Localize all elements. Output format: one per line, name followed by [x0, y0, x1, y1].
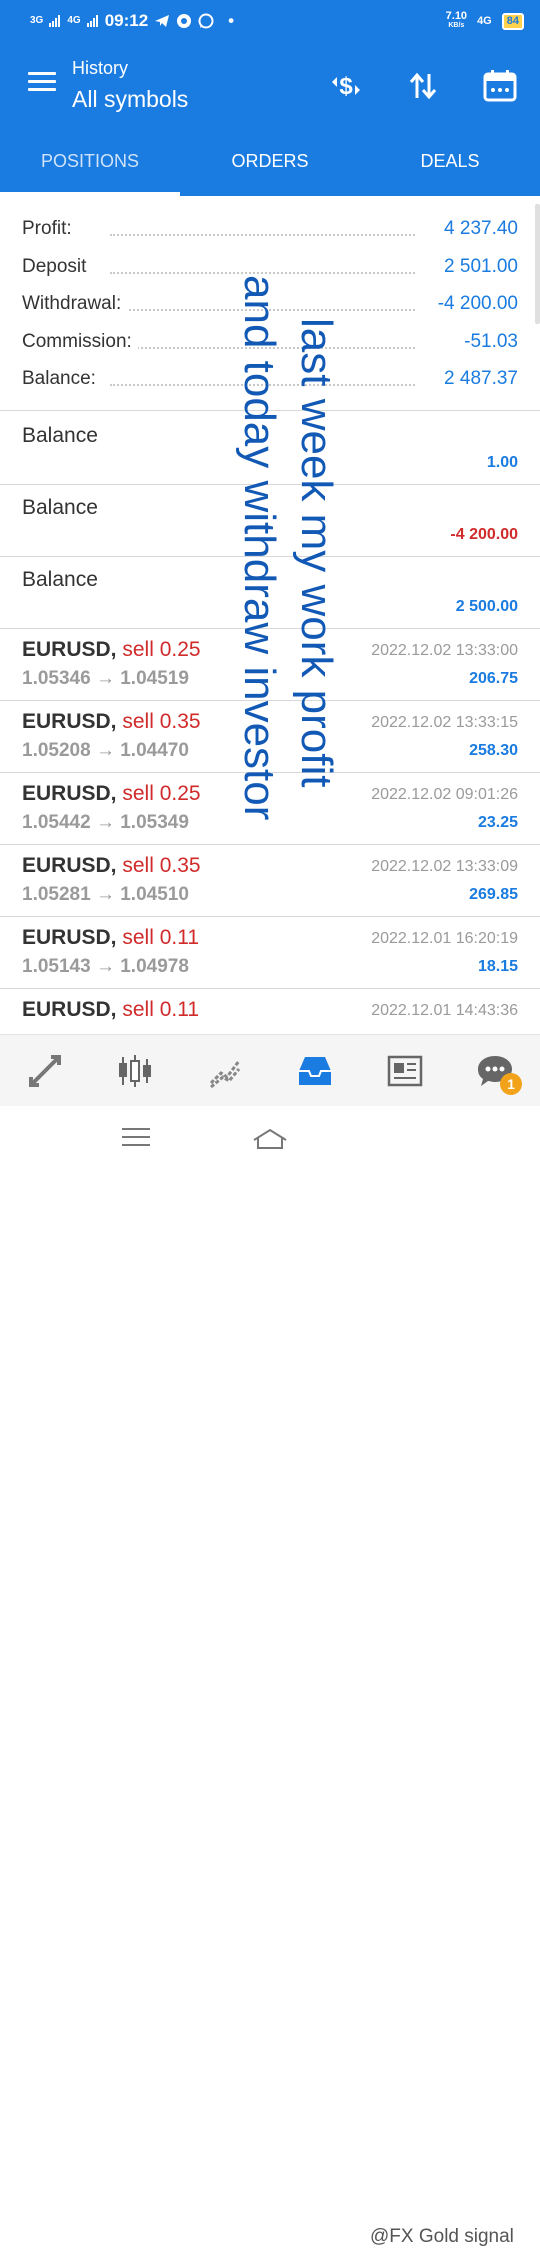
signal-4g-label: 4G: [67, 15, 81, 26]
network-speed: 7.10: [445, 10, 468, 22]
tab-deals[interactable]: DEALS: [360, 126, 540, 196]
deal-symbol: EURUSD,: [22, 710, 117, 733]
deal-symbol-line: EURUSD, sell 0.11: [22, 926, 199, 950]
network-speed-unit: KB/s: [448, 22, 465, 29]
balance-amount: 2 500.00: [455, 598, 518, 615]
tab-bar: POSITIONS ORDERS DEALS: [0, 126, 540, 196]
quotes-icon[interactable]: [0, 1035, 90, 1106]
summary-value: -51.03: [458, 330, 518, 353]
balance-amount: 1.00: [486, 454, 518, 471]
sort-arrows-icon[interactable]: [403, 66, 443, 106]
currency-exchange-icon[interactable]: $: [326, 66, 366, 106]
bottom-navigation: 1: [0, 1034, 540, 1106]
deal-symbol-line: EURUSD, sell 0.25: [22, 782, 201, 806]
list-item-deal[interactable]: EURUSD, sell 0.11 2022.12.01 14:43:36: [0, 988, 540, 1034]
summary-row-profit: Profit: 4 237.40: [0, 210, 540, 248]
signal-bars-icon: [86, 15, 98, 27]
deal-side: sell 0.11: [122, 926, 200, 949]
deal-profit: 23.25: [477, 814, 518, 831]
telegram-icon: [155, 15, 170, 27]
summary-label: Withdrawal:: [22, 293, 128, 315]
deal-prices: 1.05208 → 1.04470: [22, 740, 189, 761]
network-type: 4G: [477, 15, 492, 27]
history-icon[interactable]: [270, 1035, 360, 1106]
news-icon[interactable]: [360, 1035, 450, 1106]
list-item-deal[interactable]: EURUSD, sell 0.35 1.05281 → 1.04510 2022…: [0, 844, 540, 916]
chrome-icon: [177, 14, 192, 28]
deal-profit: 18.15: [477, 958, 518, 975]
watermark-text: @FX Gold signal: [370, 2226, 514, 2247]
deal-symbol: EURUSD,: [22, 926, 117, 949]
status-time: 09:12: [104, 11, 149, 30]
status-bar: 3G 4G 09:12 • 7.10 KB/s 4G 84: [0, 0, 540, 42]
overlay-caption-line2: and today withdraw investor: [235, 275, 284, 821]
menu-icon[interactable]: [28, 72, 56, 92]
summary-value: 2 501.00: [438, 255, 518, 278]
battery-indicator: 84: [501, 12, 524, 30]
deal-symbol-line: EURUSD, sell 0.35: [22, 710, 201, 734]
tab-orders[interactable]: ORDERS: [180, 126, 360, 196]
balance-title: Balance: [22, 496, 98, 519]
header-subtitle: History: [72, 58, 129, 78]
deal-prices: 1.05281 → 1.04510: [22, 884, 189, 905]
list-item-deal[interactable]: EURUSD, sell 0.11 1.05143 → 1.04978 2022…: [0, 916, 540, 988]
summary-value: -4 200.00: [431, 293, 518, 315]
deal-symbol-line: EURUSD, sell 0.11: [22, 998, 199, 1022]
deal-side: sell 0.35: [122, 854, 201, 877]
deal-prices: 1.05143 → 1.04978: [22, 956, 189, 977]
deal-symbol: EURUSD,: [22, 854, 117, 877]
deal-symbol: EURUSD,: [22, 998, 117, 1021]
summary-value: 4 237.40: [438, 218, 518, 240]
app-bar: History All symbols $: [0, 42, 540, 126]
chat-icon[interactable]: 1: [450, 1035, 540, 1106]
summary-label: Profit:: [22, 218, 78, 240]
deal-time: 2022.12.02 13:33:00: [371, 642, 518, 659]
home-icon[interactable]: [252, 1124, 288, 1152]
summary-label: Commission:: [22, 330, 138, 353]
deal-side: sell 0.11: [122, 998, 200, 1021]
balance-title: Balance: [22, 568, 98, 591]
balance-amount: -4 200.00: [450, 526, 518, 543]
whatsapp-icon: [198, 13, 214, 29]
system-navigation-bar: @FX Gold signal: [0, 1106, 540, 2247]
summary-value: 2 487.37: [438, 368, 518, 390]
deal-prices: 1.05442 → 1.05349: [22, 812, 189, 833]
summary-label: Balance:: [22, 368, 102, 390]
deal-symbol-line: EURUSD, sell 0.35: [22, 854, 201, 878]
balance-title: Balance: [22, 424, 98, 447]
deal-time: 2022.12.02 13:33:09: [371, 858, 518, 875]
deal-side: sell 0.35: [122, 710, 201, 733]
deal-time: 2022.12.01 14:43:36: [371, 1002, 518, 1019]
deal-symbol: EURUSD,: [22, 782, 117, 805]
trade-icon[interactable]: [180, 1035, 270, 1106]
deal-symbol-line: EURUSD, sell 0.25: [22, 638, 201, 662]
deal-time: 2022.12.02 09:01:26: [371, 786, 518, 803]
deal-side: sell 0.25: [122, 782, 201, 805]
page-title[interactable]: All symbols: [72, 86, 188, 113]
chat-notification-badge: 1: [500, 1073, 522, 1095]
signal-bars-icon: [49, 15, 61, 27]
signal-3g-label: 3G: [30, 15, 44, 26]
deal-time: 2022.12.02 13:33:15: [371, 714, 518, 731]
calendar-icon[interactable]: [480, 66, 520, 106]
notification-dot-icon: •: [228, 11, 235, 30]
recent-apps-icon[interactable]: [122, 1128, 150, 1146]
deal-profit: 206.75: [469, 670, 518, 687]
deal-profit: 258.30: [469, 742, 518, 759]
tab-positions[interactable]: POSITIONS: [0, 126, 180, 196]
chart-candles-icon[interactable]: [90, 1035, 180, 1106]
svg-text:$: $: [339, 73, 353, 100]
overlay-caption-line1: last week my work profit: [292, 318, 341, 788]
summary-label: Deposit: [22, 255, 93, 278]
deal-symbol: EURUSD,: [22, 638, 117, 661]
deal-profit: 269.85: [469, 886, 518, 903]
deal-prices: 1.05346 → 1.04519: [22, 668, 189, 689]
deal-side: sell 0.25: [122, 638, 201, 661]
deal-time: 2022.12.01 16:20:19: [371, 930, 518, 947]
